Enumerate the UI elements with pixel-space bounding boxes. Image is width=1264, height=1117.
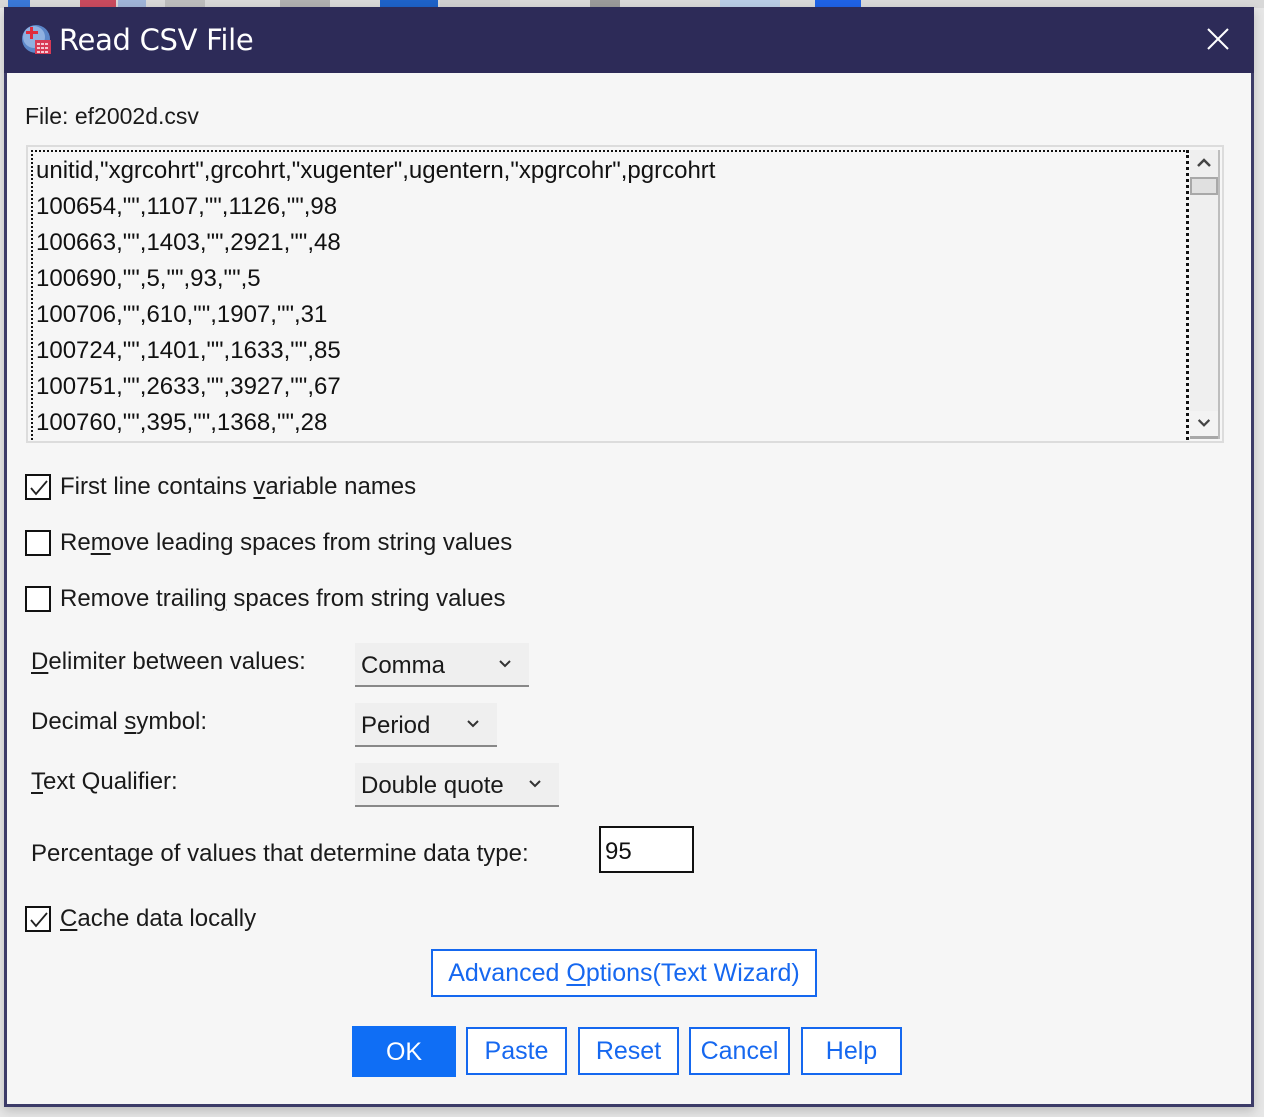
label-text: ext Qualifier:	[43, 768, 178, 795]
label-text: First line contains	[60, 473, 254, 500]
cache-data-locally-label: Cache data locally	[60, 905, 256, 933]
csv-preview-box[interactable]: unitid,"xgrcohrt",grcohrt,"xugenter",uge…	[26, 145, 1224, 443]
preview-line: 100690,"",5,"",93,"",5	[36, 265, 261, 292]
checkmark-icon	[30, 480, 48, 496]
file-name-label: File: ef2002d.csv	[25, 103, 199, 129]
percentage-label: Percentage of values that determine data…	[31, 840, 529, 867]
chevron-down-icon[interactable]	[1190, 411, 1218, 439]
chevron-down-icon	[467, 720, 479, 728]
preview-line: 100654,"",1107,"",1126,"",98	[36, 193, 338, 220]
chevron-down-icon	[499, 660, 511, 668]
paste-button[interactable]: Paste	[466, 1027, 567, 1075]
mnemonic-letter: T	[31, 768, 43, 795]
close-icon[interactable]	[1204, 25, 1232, 53]
checkmark-icon	[30, 912, 48, 928]
mnemonic-letter: s	[124, 708, 137, 735]
checkbox-unchecked[interactable]	[25, 530, 51, 556]
help-button[interactable]: Help	[801, 1027, 902, 1075]
ok-button[interactable]: OK	[352, 1026, 456, 1077]
delimiter-select[interactable]: Comma	[355, 643, 529, 687]
preview-vertical-scrollbar[interactable]	[1190, 150, 1220, 439]
chevron-up-icon[interactable]	[1190, 150, 1218, 176]
cache-data-locally-checkbox[interactable]: Cache data locally	[25, 903, 256, 935]
label-text: Remove trailin	[60, 585, 214, 612]
preview-line: 100663,"",1403,"",2921,"",48	[36, 229, 341, 256]
mnemonic-letter: O	[566, 959, 586, 987]
remove-leading-spaces-label: Remove leading spaces from string values	[60, 529, 512, 557]
decimal-symbol-value: Period	[361, 712, 431, 739]
preview-line: 100751,"",2633,"",3927,"",67	[36, 373, 341, 400]
delimiter-label: Delimiter between values:	[31, 648, 306, 676]
mnemonic-letter: v	[253, 473, 266, 500]
label-text: ove leading spaces from string values	[110, 529, 513, 556]
decimal-symbol-select[interactable]: Period	[355, 703, 497, 747]
percentage-input[interactable]: 95	[599, 826, 694, 873]
first-line-variable-names-label: First line contains variable names	[60, 473, 416, 501]
cancel-button[interactable]: Cancel	[689, 1027, 790, 1075]
label-text: Decimal	[31, 708, 125, 735]
text-qualifier-label: Text Qualifier:	[31, 768, 178, 796]
label-text: Re	[60, 529, 91, 556]
label-text: ariable names	[265, 473, 417, 500]
advanced-options-button[interactable]: Advanced Options(Text Wizard)	[431, 949, 817, 997]
remove-trailing-spaces-checkbox[interactable]: Remove trailing spaces from string value…	[25, 583, 506, 615]
mnemonic-letter: g	[213, 585, 227, 612]
label-text: elimiter between values:	[48, 648, 306, 675]
reset-button[interactable]: Reset	[578, 1027, 679, 1075]
button-text: Advanced	[448, 959, 567, 987]
preview-line: 100724,"",1401,"",1633,"",85	[36, 337, 341, 364]
remove-trailing-spaces-label: Remove trailing spaces from string value…	[60, 585, 506, 613]
scrollbar-thumb[interactable]	[1190, 177, 1218, 195]
text-qualifier-value: Double quote	[361, 772, 504, 799]
checkbox-unchecked[interactable]	[25, 586, 51, 612]
chevron-down-icon	[529, 780, 541, 788]
decimal-symbol-label: Decimal symbol:	[31, 708, 207, 736]
spss-data-icon	[22, 25, 51, 54]
mnemonic-letter: D	[31, 648, 49, 675]
text-qualifier-select[interactable]: Double quote	[355, 763, 559, 807]
title-bar: Read CSV File	[4, 7, 1254, 73]
label-text: ymbol:	[136, 708, 208, 735]
preview-line: 100760,"",395,"",1368,"",28	[36, 409, 328, 436]
delimiter-value: Comma	[361, 652, 446, 679]
label-text: ache data locally	[77, 905, 257, 932]
remove-leading-spaces-checkbox[interactable]: Remove leading spaces from string values	[25, 527, 512, 559]
dialog-title: Read CSV File	[59, 23, 254, 57]
button-text: ptions(Text Wizard)	[585, 959, 800, 987]
first-line-variable-names-checkbox[interactable]: First line contains variable names	[25, 471, 416, 503]
mnemonic-letter: m	[90, 529, 111, 556]
label-text: spaces from string values	[226, 585, 506, 612]
checkbox-checked[interactable]	[25, 474, 51, 500]
mnemonic-letter: C	[60, 905, 78, 932]
checkbox-checked[interactable]	[25, 906, 51, 932]
preview-line: 100706,"",610,"",1907,"",31	[36, 301, 328, 328]
preview-line-header: unitid,"xgrcohrt",grcohrt,"xugenter",uge…	[36, 157, 716, 184]
csv-preview-content: unitid,"xgrcohrt",grcohrt,"xugenter",uge…	[31, 150, 1189, 440]
